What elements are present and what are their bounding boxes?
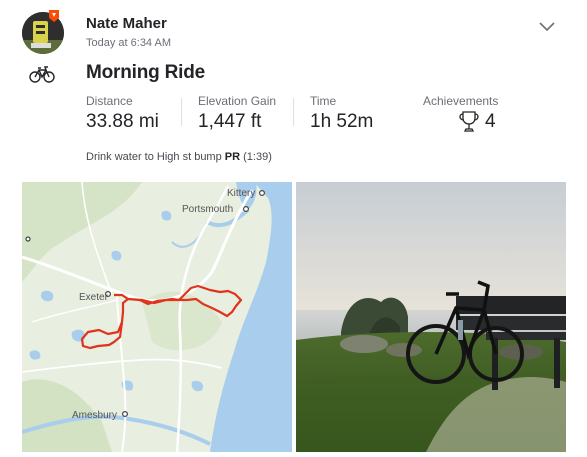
segment-name: Drink water to High st bump: [86, 151, 222, 163]
route-map[interactable]: Kittery Portsmouth Exeter Amesbury: [22, 182, 292, 452]
activity-timestamp: Today at 6:34 AM: [86, 37, 171, 49]
activity-title[interactable]: Morning Ride: [86, 62, 205, 84]
map-label-amesbury: Amesbury: [72, 410, 117, 421]
activity-photo[interactable]: [296, 182, 566, 452]
elevation-value: 1,447 ft: [198, 111, 262, 132]
athlete-name[interactable]: Nate Maher: [86, 15, 167, 32]
segment-effort[interactable]: Drink water to High st bump PR (1:39): [86, 151, 272, 163]
distance-value: 33.88 mi: [86, 111, 159, 132]
segment-time: (1:39): [243, 151, 272, 163]
map-canvas: Kittery Portsmouth Exeter Amesbury: [22, 182, 292, 452]
pr-badge: PR: [224, 151, 241, 163]
chevron-down-icon[interactable]: [538, 20, 556, 32]
time-value: 1h 52m: [310, 111, 374, 132]
photo-image: [296, 182, 566, 452]
premium-badge-icon: [46, 8, 62, 24]
distance-label: Distance: [86, 94, 133, 108]
map-label-portsmouth: Portsmouth: [182, 204, 233, 215]
bike-icon: [29, 65, 55, 83]
time-label: Time: [310, 94, 337, 108]
map-label-kittery: Kittery: [227, 188, 255, 199]
elevation-label: Elevation Gain: [198, 94, 277, 108]
map-label-exeter: Exeter: [79, 292, 109, 303]
achievements-label: Achievements: [423, 94, 499, 108]
trophy-icon[interactable]: [457, 110, 481, 134]
stat-divider: [293, 98, 294, 126]
stat-divider: [181, 98, 182, 126]
achievements-count: 4: [485, 111, 496, 132]
